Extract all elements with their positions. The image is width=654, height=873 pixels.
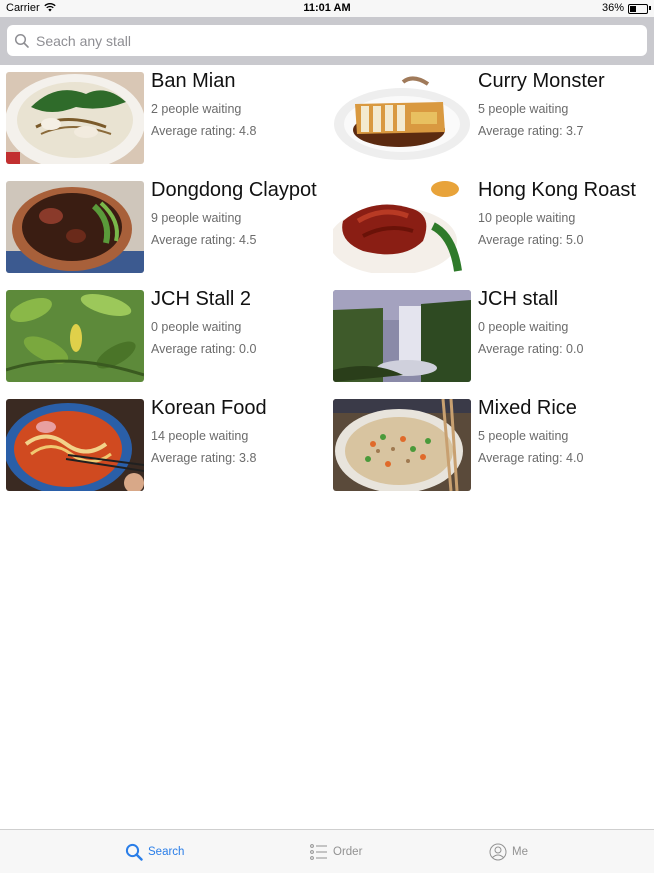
fried-rice-image xyxy=(333,399,471,491)
tab-label: Me xyxy=(512,846,528,858)
stall-rating: Average rating: 5.0 xyxy=(478,233,584,247)
stall-card[interactable]: Curry Monster 5 people waiting Average r… xyxy=(333,70,653,164)
stall-rating: Average rating: 3.7 xyxy=(478,124,584,138)
stall-waiting: 2 people waiting xyxy=(151,102,242,116)
clock: 11:01 AM xyxy=(303,2,351,14)
battery-tip xyxy=(649,6,651,10)
stall-name: Mixed Rice xyxy=(478,397,577,419)
stall-rating: Average rating: 4.0 xyxy=(478,451,584,465)
stall-rating: Average rating: 0.0 xyxy=(151,342,257,356)
search-field[interactable] xyxy=(7,25,647,56)
stall-rating: Average rating: 4.5 xyxy=(151,233,257,247)
stall-name: Hong Kong Roast xyxy=(478,179,636,201)
search-icon xyxy=(14,33,29,48)
battery-percent: 36% xyxy=(601,2,624,14)
stall-name: JCH Stall 2 xyxy=(151,288,252,310)
stall-rating: Average rating: 4.8 xyxy=(151,124,257,138)
leaves-image xyxy=(6,290,144,382)
stall-card[interactable]: Ban Mian 2 people waiting Average rating… xyxy=(6,70,326,164)
stall-waiting: 0 people waiting xyxy=(478,320,569,334)
tab-bar: Search Order Me xyxy=(0,829,654,873)
stall-card[interactable]: Hong Kong Roast 10 people waiting Averag… xyxy=(333,179,653,273)
stall-waiting: 10 people waiting xyxy=(478,211,576,225)
status-bar: Carrier 11:01 AM 36% xyxy=(0,0,654,17)
search-input[interactable] xyxy=(36,32,616,49)
stall-waiting: 9 people waiting xyxy=(151,211,242,225)
tab-order[interactable]: Order xyxy=(310,841,362,863)
stall-waiting: 14 people waiting xyxy=(151,429,249,443)
stall-name: JCH stall xyxy=(478,288,559,310)
stall-name: Curry Monster xyxy=(478,70,605,92)
stall-card[interactable]: Korean Food 14 people waiting Average ra… xyxy=(6,397,326,491)
tab-label: Order xyxy=(333,846,363,858)
roast-duck-image xyxy=(333,181,471,273)
stall-card[interactable]: JCH Stall 2 0 people waiting Average rat… xyxy=(6,288,326,382)
list-icon xyxy=(310,844,327,860)
tab-label: Search xyxy=(148,846,185,858)
person-icon xyxy=(489,843,507,861)
stall-name: Ban Mian xyxy=(151,70,236,92)
stall-waiting: 5 people waiting xyxy=(478,429,569,443)
noodle-soup-image xyxy=(6,72,144,164)
waterfall-image xyxy=(333,290,471,382)
tab-search[interactable]: Search xyxy=(125,841,184,863)
stall-rating: Average rating: 3.8 xyxy=(151,451,257,465)
search-icon xyxy=(125,843,143,861)
stall-card[interactable]: JCH stall 0 people waiting Average ratin… xyxy=(333,288,653,382)
korean-stew-image xyxy=(6,399,144,491)
stall-name: Dongdong Claypot xyxy=(151,179,317,201)
stall-waiting: 5 people waiting xyxy=(478,102,569,116)
battery-icon xyxy=(628,4,648,14)
stall-card[interactable]: Mixed Rice 5 people waiting Average rati… xyxy=(333,397,653,491)
stall-rating: Average rating: 0.0 xyxy=(478,342,584,356)
tab-me[interactable]: Me xyxy=(489,841,528,863)
stall-waiting: 0 people waiting xyxy=(151,320,242,334)
search-bar xyxy=(0,17,654,65)
claypot-image xyxy=(6,181,144,273)
stall-name: Korean Food xyxy=(151,397,267,419)
stall-card[interactable]: Dongdong Claypot 9 people waiting Averag… xyxy=(6,179,326,273)
katsu-curry-image xyxy=(333,72,471,164)
